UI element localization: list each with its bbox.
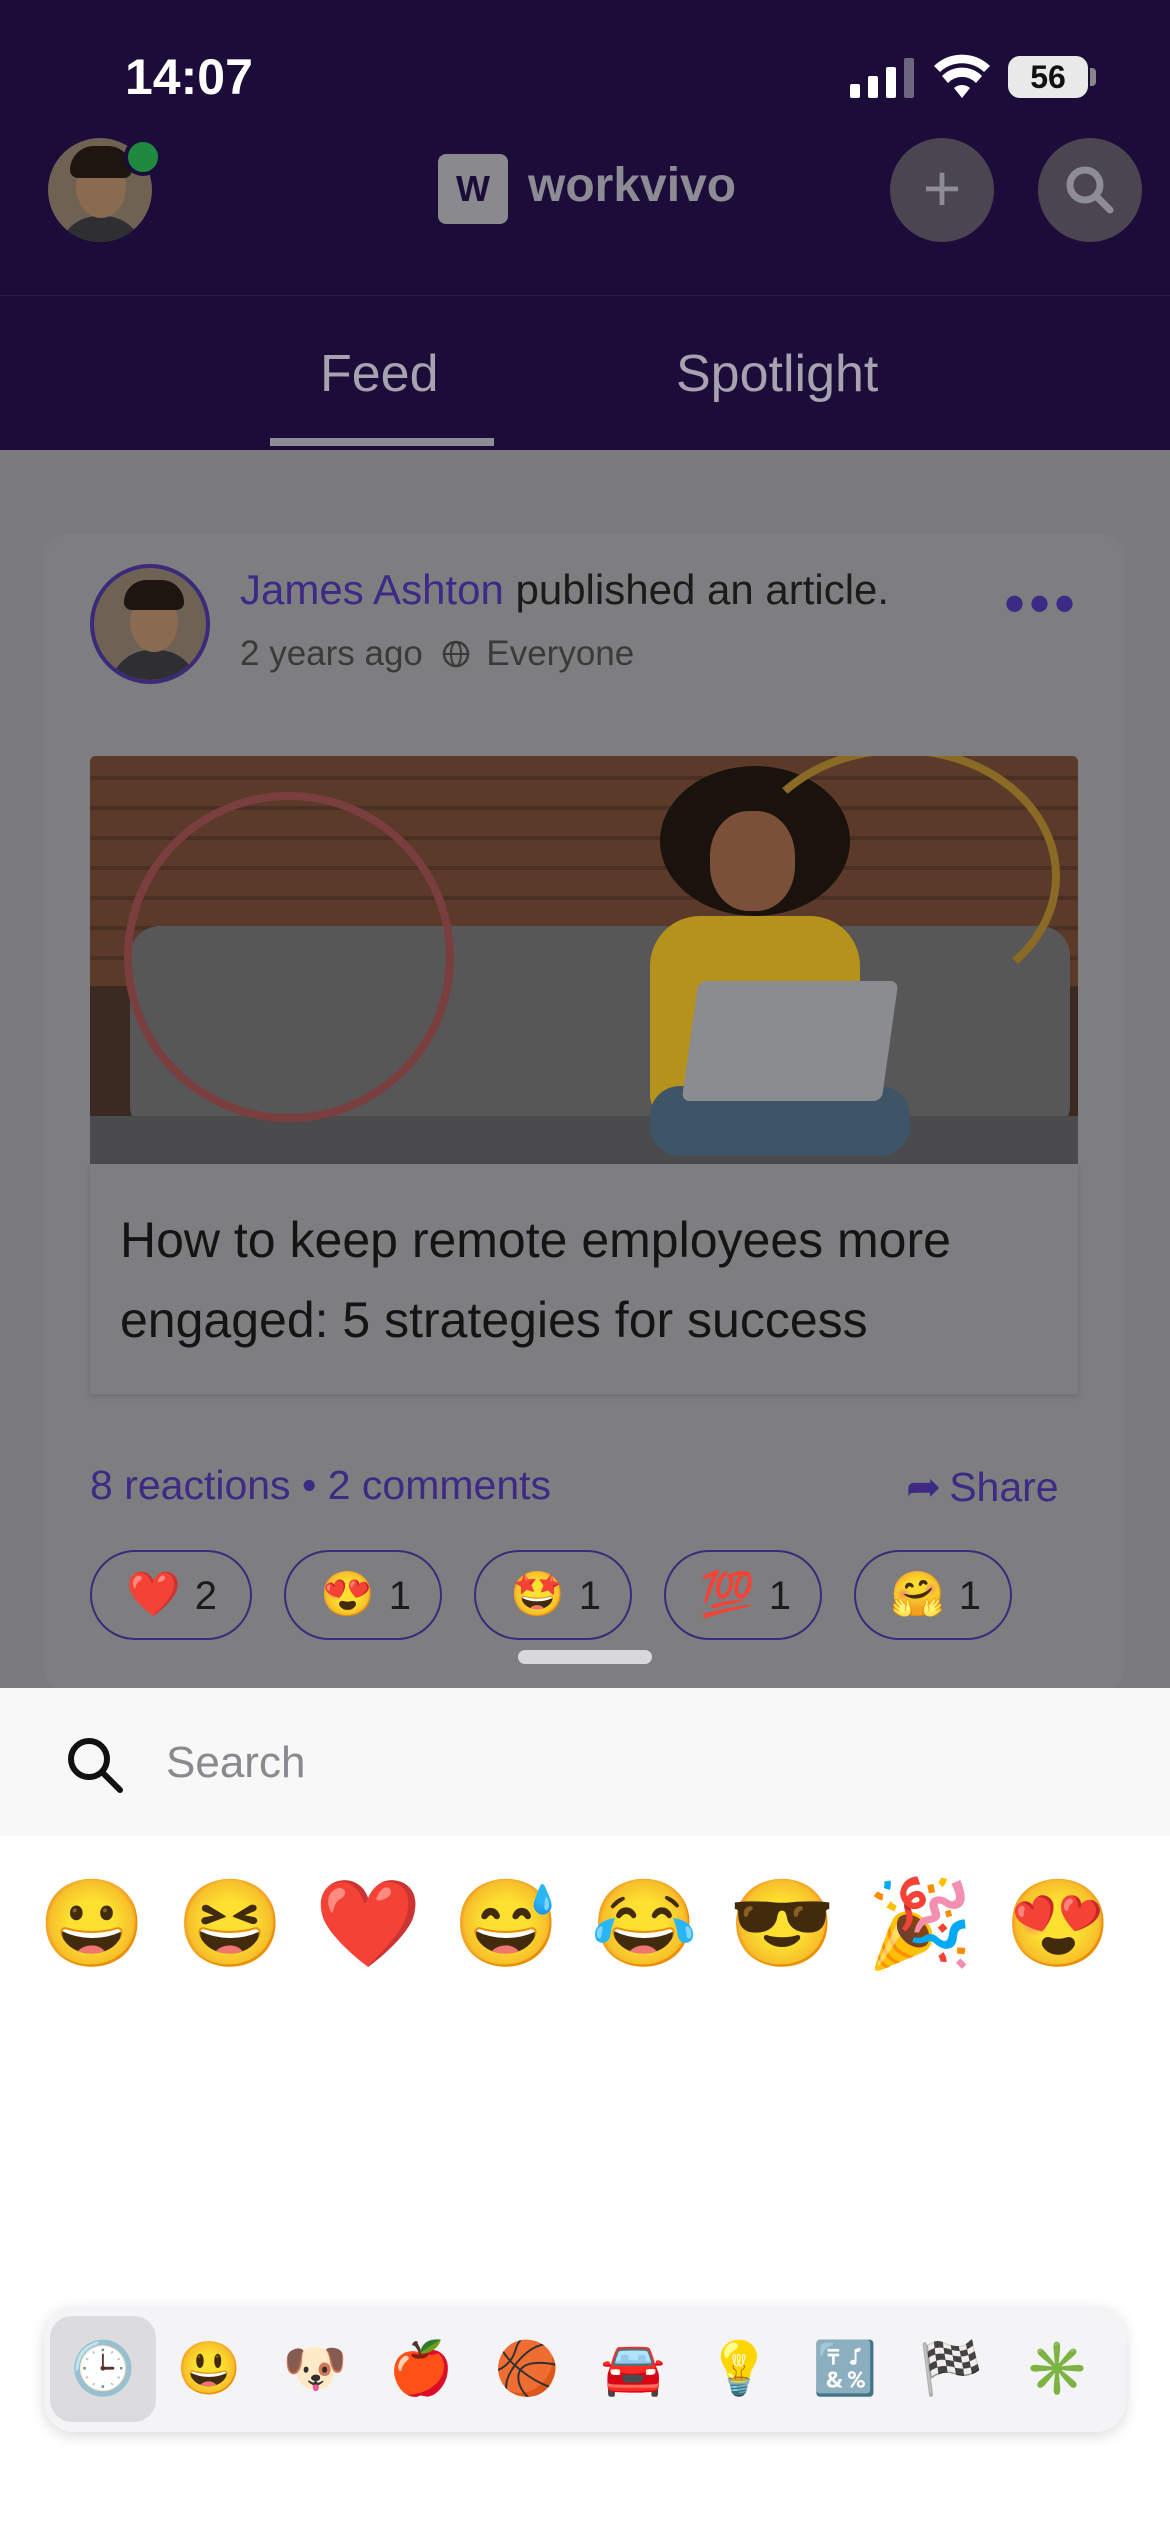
emoji-party-popper[interactable]: 🎉 <box>860 1864 980 1984</box>
reactions-count-link[interactable]: 8 reactions <box>90 1462 291 1508</box>
share-icon: ➦ <box>906 1463 942 1510</box>
stats-separator: • <box>301 1462 317 1508</box>
hundred-points-emoji: 💯 <box>700 1570 755 1619</box>
search-button[interactable] <box>1038 138 1142 242</box>
article-image[interactable] <box>90 756 1078 1164</box>
reaction-count: 1 <box>578 1574 602 1618</box>
emoji-category-bar: 🕒 😃 🐶 🍎 🏀 🚘 💡 🔣 🏁 ✳️ <box>44 2306 1126 2432</box>
battery-tip <box>1090 68 1096 86</box>
star-struck-emoji: 🤩 <box>510 1570 565 1619</box>
reaction-chip-hugging[interactable]: 🤗 1 <box>854 1550 1012 1640</box>
category-activity-icon[interactable]: 🏀 <box>474 2316 580 2422</box>
create-button[interactable]: + <box>890 138 994 242</box>
feed-area: James Ashton published an article. 2 yea… <box>0 450 1170 1694</box>
category-travel-icon[interactable]: 🚘 <box>580 2316 686 2422</box>
category-smileys-icon[interactable]: 😃 <box>156 2316 262 2422</box>
reaction-count: 1 <box>388 1574 412 1618</box>
app-logo-text: workvivo <box>528 159 737 212</box>
post-audience: Everyone <box>486 634 635 673</box>
plus-icon: + <box>922 151 962 225</box>
emoji-sunglasses[interactable]: 😎 <box>722 1864 842 1984</box>
feed-tabs: Feed Spotlight <box>0 295 1170 450</box>
post-meta: 2 years ago Everyone <box>240 634 634 674</box>
emoji-grinning[interactable]: 😀 <box>32 1864 152 1984</box>
post-author-line: James Ashton published an article. <box>240 566 889 614</box>
sheet-grabber-handle[interactable] <box>518 1650 652 1664</box>
reaction-count: 1 <box>958 1574 982 1618</box>
category-flags-icon[interactable]: 🏁 <box>898 2316 1004 2422</box>
status-time: 14:07 <box>125 49 253 105</box>
post-time: 2 years ago <box>240 634 423 673</box>
emoji-laughing[interactable]: 😆 <box>170 1864 290 1984</box>
emoji-red-heart[interactable]: ❤️ <box>308 1864 428 1984</box>
category-objects-icon[interactable]: 💡 <box>686 2316 792 2422</box>
share-label: Share <box>949 1464 1059 1510</box>
category-recent-clock-icon[interactable]: 🕒 <box>50 2316 156 2422</box>
hugging-emoji: 🤗 <box>890 1570 945 1619</box>
author-name-link[interactable]: James Ashton <box>240 566 504 613</box>
wifi-icon <box>934 54 990 98</box>
status-bar: 14:07 56 <box>0 0 1170 130</box>
tab-feed[interactable]: Feed <box>320 344 439 404</box>
reaction-chip-heart[interactable]: ❤️ 2 <box>90 1550 252 1640</box>
workvivo-logo-icon: W <box>438 154 508 224</box>
reaction-chip-hundred[interactable]: 💯 1 <box>664 1550 822 1640</box>
share-button[interactable]: ➦ Share <box>906 1462 1059 1511</box>
category-other-icon[interactable]: ✳️ <box>1004 2316 1110 2422</box>
emoji-search-bar <box>0 1688 1170 1836</box>
avatar-hair <box>124 580 184 610</box>
emoji-search-input[interactable] <box>164 1728 1064 1798</box>
active-tab-indicator <box>270 438 494 446</box>
emoji-picker-sheet: 😀 😆 ❤️ 😅 😂 😎 🎉 😍 🕒 😃 🐶 🍎 🏀 🚘 💡 🔣 🏁 ✳️ <box>0 1688 1170 2532</box>
avatar-body <box>110 650 198 680</box>
reaction-count: 2 <box>194 1574 218 1618</box>
online-status-dot <box>124 138 162 176</box>
signal-icon <box>850 58 914 98</box>
article-image-floor <box>90 1116 1078 1164</box>
article-image-swirl <box>124 792 454 1122</box>
tab-spotlight[interactable]: Spotlight <box>676 344 878 404</box>
search-icon <box>68 1738 123 1793</box>
emoji-sweat-smile[interactable]: 😅 <box>446 1864 566 1984</box>
globe-icon <box>442 640 469 668</box>
battery-icon: 56 <box>1008 56 1088 98</box>
author-avatar[interactable] <box>90 564 210 684</box>
post-stats: 8 reactions • 2 comments <box>90 1462 551 1509</box>
app-header: W workvivo + <box>0 130 1170 295</box>
emoji-heart-eyes[interactable]: 😍 <box>998 1864 1118 1984</box>
emoji-tears-of-joy[interactable]: 😂 <box>584 1864 704 1984</box>
reaction-chip-star-struck[interactable]: 🤩 1 <box>474 1550 632 1640</box>
article-image-arc <box>740 756 1060 1006</box>
article-title[interactable]: How to keep remote employees more engage… <box>90 1164 1078 1394</box>
reaction-count: 1 <box>768 1574 792 1618</box>
avatar-body <box>58 216 144 242</box>
category-food-icon[interactable]: 🍎 <box>368 2316 474 2422</box>
recent-emoji-row: 😀 😆 ❤️ 😅 😂 😎 🎉 😍 <box>0 1864 1170 1984</box>
post-action-text: published an article. <box>515 566 890 613</box>
avatar-hair <box>70 146 132 178</box>
reaction-chip-heart-eyes[interactable]: 😍 1 <box>284 1550 442 1640</box>
post-card: James Ashton published an article. 2 yea… <box>44 534 1124 1694</box>
heart-eyes-emoji: 😍 <box>320 1570 375 1619</box>
search-icon <box>1066 166 1114 214</box>
category-symbols-icon[interactable]: 🔣 <box>792 2316 898 2422</box>
more-options-icon[interactable]: ••• <box>1004 574 1079 634</box>
heart-emoji: ❤️ <box>126 1570 181 1619</box>
category-animals-icon[interactable]: 🐶 <box>262 2316 368 2422</box>
comments-count-link[interactable]: 2 comments <box>328 1462 551 1508</box>
